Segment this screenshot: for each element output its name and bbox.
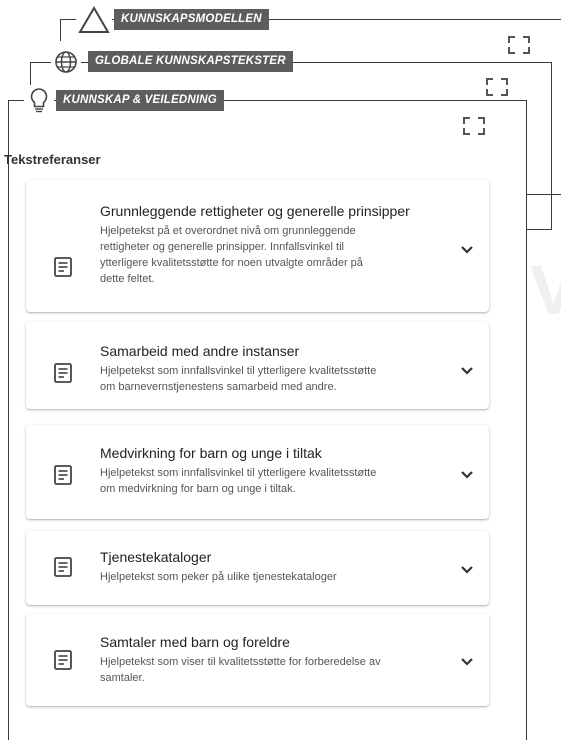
document-icon — [54, 257, 72, 277]
globe-icon — [51, 48, 81, 76]
card-description: Hjelpetekst som viser til kvalitetsstøtt… — [100, 656, 381, 684]
lightbulb-icon — [24, 85, 54, 115]
text-reference-card[interactable]: Tjenestekataloger Hjelpetekst som peker … — [26, 531, 489, 605]
card-title: Medvirkning for barn og unge i tiltak — [100, 445, 322, 461]
chevron-down-icon[interactable] — [459, 562, 475, 574]
section-title: Tekstreferanser — [4, 152, 101, 167]
chevron-down-icon[interactable] — [459, 467, 475, 479]
chevron-down-icon[interactable] — [459, 363, 475, 375]
panel-title-globale-kunnskapstekster[interactable]: GLOBALE KUNNSKAPSTEKSTER — [88, 51, 293, 72]
card-description: Hjelpetekst som innfallsvinkel til ytter… — [100, 365, 377, 393]
text-reference-card[interactable]: Grunnleggende rettigheter og generelle p… — [26, 180, 489, 312]
card-description: Hjelpetekst som innfallsvinkel til ytter… — [100, 467, 377, 495]
chevron-down-icon[interactable] — [459, 654, 475, 666]
document-icon — [54, 557, 72, 577]
text-reference-card[interactable]: Medvirkning for barn og unge i tiltak Hj… — [26, 425, 489, 519]
chevron-down-icon[interactable] — [459, 242, 475, 254]
background-watermark: V — [530, 251, 561, 329]
panel-2-left-border — [30, 62, 31, 86]
panel-3-expand-button[interactable] — [463, 117, 485, 135]
panel-2-expand-button[interactable] — [508, 36, 530, 54]
panel-3-back-expand-button[interactable] — [486, 78, 508, 96]
card-title: Samarbeid med andre instanser — [100, 343, 300, 359]
panel-title-kunnskapsmodellen[interactable]: KUNNSKAPSMODELLEN — [114, 9, 269, 30]
panel-2-right-border — [551, 62, 552, 230]
panel-1-top-border-right — [292, 19, 561, 20]
triangle-icon — [76, 4, 112, 36]
document-icon — [54, 363, 72, 383]
panel-title-kunnskap-veiledning[interactable]: KUNNSKAP & VEILEDNING — [56, 90, 224, 111]
text-reference-card[interactable]: Samarbeid med andre instanser Hjelpeteks… — [26, 322, 489, 409]
card-title: Samtaler med barn og foreldre — [100, 634, 290, 650]
card-description: Hjelpetekst på et overordnet nivå om gru… — [100, 225, 363, 285]
card-title: Grunnleggende rettigheter og generelle p… — [100, 203, 410, 219]
document-icon — [54, 650, 72, 670]
document-icon — [54, 465, 72, 485]
panel-1-left-border — [60, 19, 61, 41]
text-reference-card[interactable]: Samtaler med barn og foreldre Hjelpeteks… — [26, 614, 489, 706]
card-description: Hjelpetekst som peker på ulike tjenestek… — [100, 571, 337, 583]
card-title: Tjenestekataloger — [100, 549, 212, 565]
